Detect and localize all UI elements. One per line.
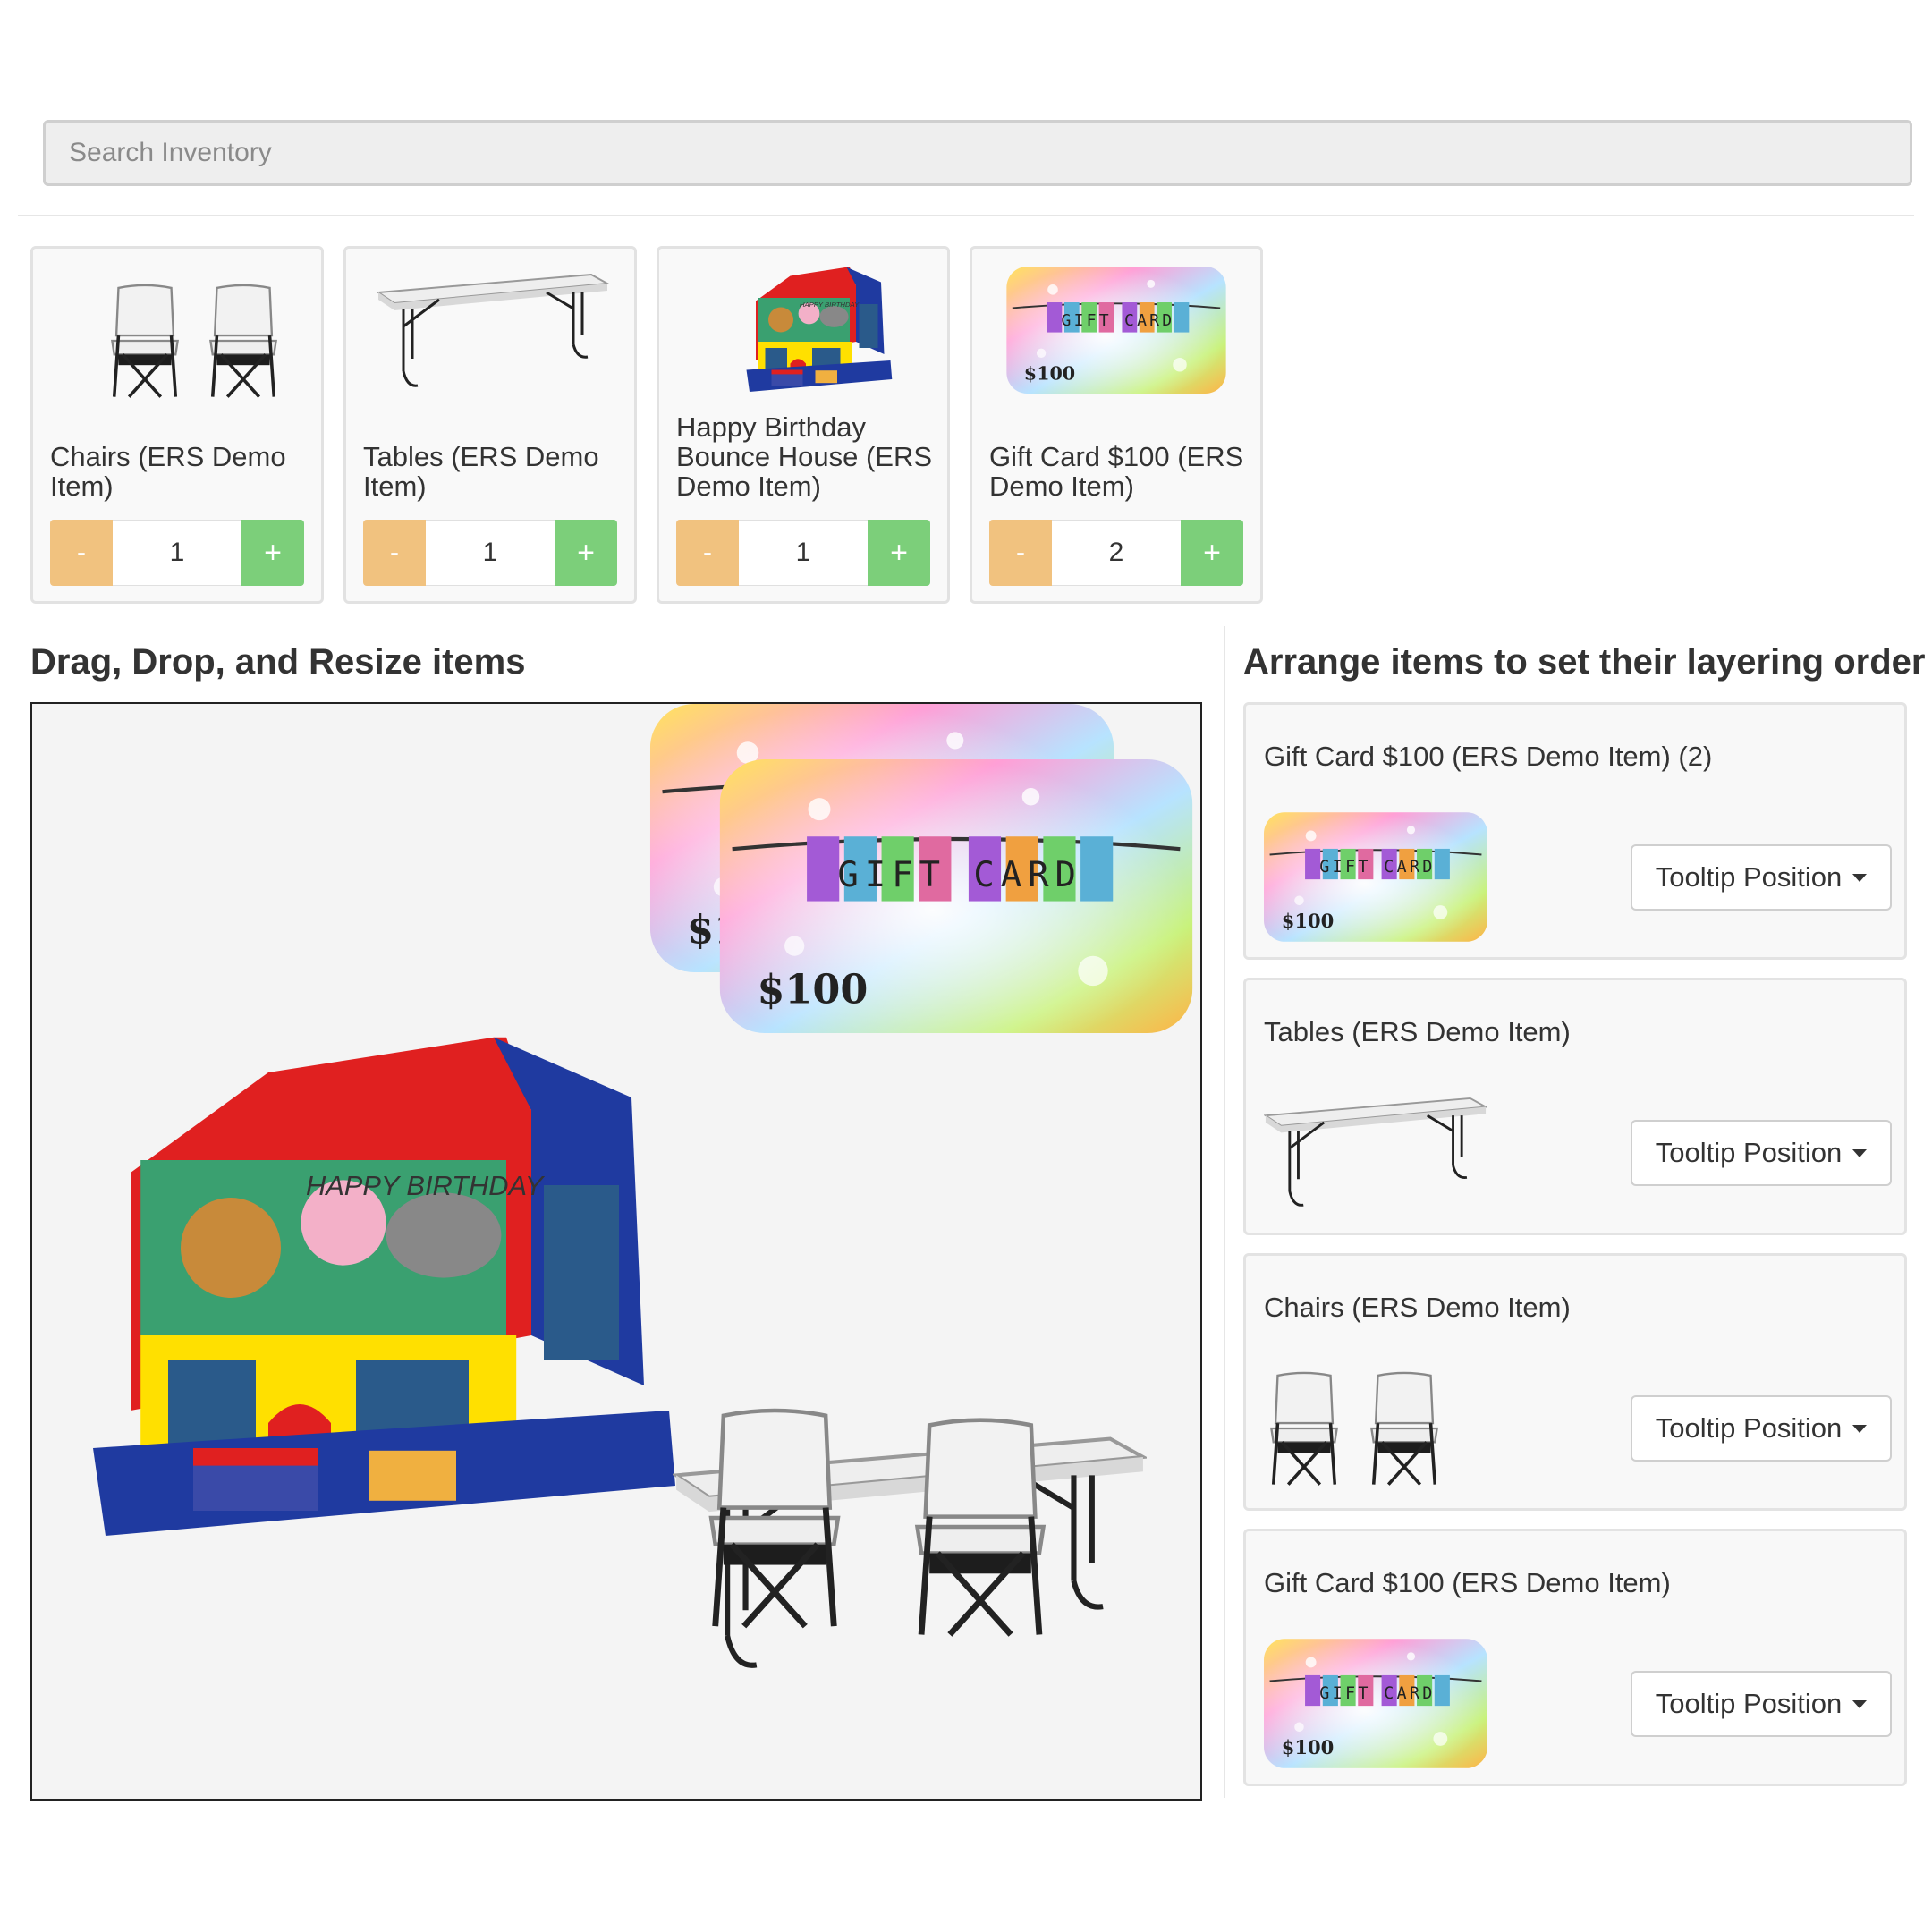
search-input[interactable] [43, 120, 1912, 186]
dropdown-label: Tooltip Position [1655, 1137, 1843, 1168]
canvas-bounce-house[interactable] [68, 1035, 694, 1536]
chairs-image [1269, 1371, 1439, 1487]
quantity-stepper: - + [989, 520, 1243, 586]
decrement-button[interactable]: - [676, 520, 739, 586]
gift-card-image [1006, 267, 1226, 394]
chairs-image [110, 284, 278, 399]
table-image [377, 273, 609, 387]
gift-card-image [1264, 1639, 1487, 1768]
table-image [1264, 1097, 1487, 1208]
quantity-input[interactable] [739, 520, 868, 586]
caret-down-icon [1852, 1148, 1868, 1157]
tooltip-position-dropdown[interactable]: Tooltip Position [1631, 1120, 1892, 1186]
dropdown-label: Tooltip Position [1655, 1688, 1843, 1719]
canvas-chair-left[interactable] [703, 1402, 846, 1634]
layer-item-chairs[interactable]: Chairs (ERS Demo Item) Tooltip Position [1243, 1253, 1907, 1511]
caret-down-icon [1852, 1424, 1868, 1433]
canvas-chair-right[interactable] [909, 1415, 1052, 1639]
increment-button[interactable]: + [242, 520, 304, 586]
increment-button[interactable]: + [1181, 520, 1243, 586]
layer-item-title: Gift Card $100 (ERS Demo Item) [1264, 1567, 1671, 1598]
quantity-input[interactable] [1052, 520, 1181, 586]
canvas-gift-card-front[interactable] [719, 759, 1193, 1033]
decrement-button[interactable]: - [989, 520, 1052, 586]
quantity-stepper: - + [50, 520, 304, 586]
gift-card-image [1264, 812, 1487, 942]
canvas-heading: Drag, Drop, and Resize items [30, 642, 526, 682]
tooltip-position-dropdown[interactable]: Tooltip Position [1631, 1395, 1892, 1462]
increment-button[interactable]: + [868, 520, 930, 586]
layer-item-tables[interactable]: Tables (ERS Demo Item) Tooltip Position [1243, 978, 1907, 1235]
inventory-card-bounce-house: Happy Birthday Bounce House (ERS Demo It… [657, 246, 950, 604]
decrement-button[interactable]: - [363, 520, 426, 586]
item-name: Happy Birthday Bounce House (ERS Demo It… [676, 411, 933, 502]
layers-heading: Arrange items to set their layering orde… [1243, 642, 1926, 682]
caret-down-icon [1852, 1699, 1868, 1708]
quantity-stepper: - + [676, 520, 930, 586]
layer-item-gift-card[interactable]: Gift Card $100 (ERS Demo Item) Tooltip P… [1243, 1529, 1907, 1786]
column-divider [1224, 626, 1225, 1798]
decrement-button[interactable]: - [50, 520, 113, 586]
layer-item-title: Tables (ERS Demo Item) [1264, 1016, 1571, 1047]
quantity-input[interactable] [113, 520, 242, 586]
dropdown-label: Tooltip Position [1655, 1412, 1843, 1444]
design-canvas[interactable] [30, 702, 1202, 1801]
item-name: Tables (ERS Demo Item) [363, 441, 599, 502]
caret-down-icon [1852, 873, 1868, 882]
increment-button[interactable]: + [555, 520, 617, 586]
item-name: Chairs (ERS Demo Item) [50, 441, 286, 502]
bounce-house-image [746, 267, 893, 392]
quantity-input[interactable] [426, 520, 555, 586]
inventory-card-gift-card: Gift Card $100 (ERS Demo Item) - + [970, 246, 1263, 604]
layer-item-title: Chairs (ERS Demo Item) [1264, 1292, 1571, 1323]
divider [18, 215, 1914, 216]
layer-item-title: Gift Card $100 (ERS Demo Item) (2) [1264, 741, 1713, 772]
quantity-stepper: - + [363, 520, 617, 586]
item-name: Gift Card $100 (ERS Demo Item) [989, 441, 1244, 502]
inventory-card-chairs: Chairs (ERS Demo Item) - + [30, 246, 324, 604]
dropdown-label: Tooltip Position [1655, 861, 1843, 893]
inventory-card-tables: Tables (ERS Demo Item) - + [343, 246, 637, 604]
tooltip-position-dropdown[interactable]: Tooltip Position [1631, 844, 1892, 911]
tooltip-position-dropdown[interactable]: Tooltip Position [1631, 1671, 1892, 1737]
layer-item-gift-card-2[interactable]: Gift Card $100 (ERS Demo Item) (2) Toolt… [1243, 702, 1907, 960]
